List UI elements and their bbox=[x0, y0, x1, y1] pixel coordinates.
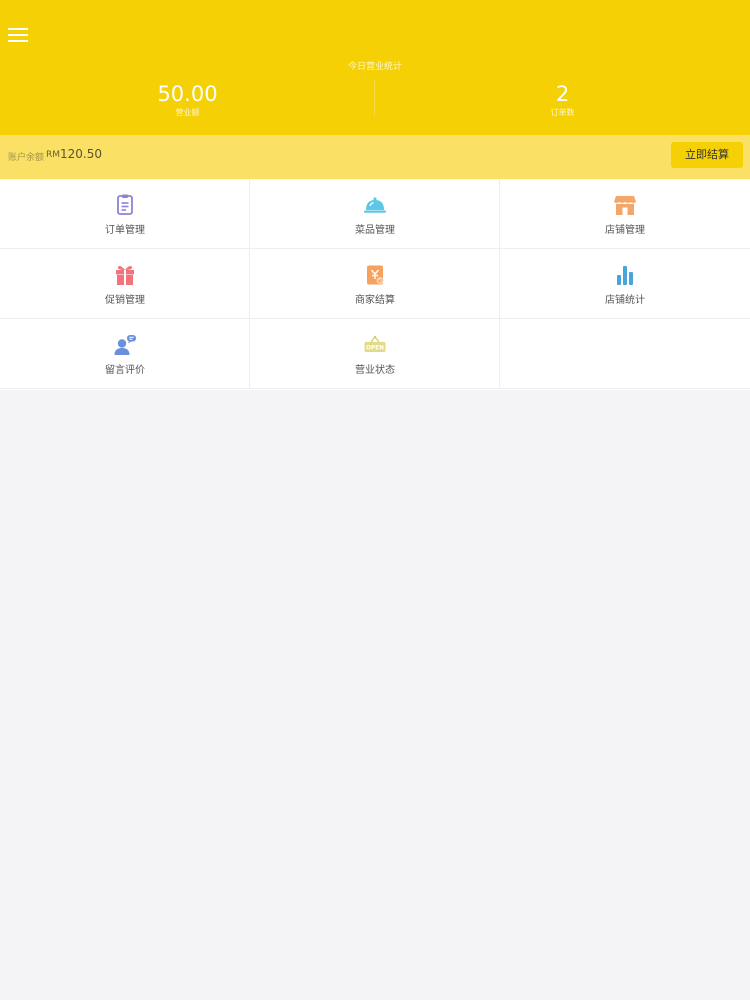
stat-orders: 2 订单数 bbox=[375, 80, 750, 118]
menu-item-statistics[interactable]: 店铺统计 bbox=[500, 249, 750, 319]
header: 今日营业统计 50.00 营业额 2 订单数 bbox=[0, 0, 750, 135]
menu-item-promotions[interactable]: 促销管理 bbox=[0, 249, 250, 319]
menu-item-label: 商家结算 bbox=[355, 295, 395, 306]
menu-item-label: 营业状态 bbox=[355, 365, 395, 376]
menu-item-empty bbox=[500, 319, 750, 389]
stat-revenue: 50.00 营业额 bbox=[0, 80, 375, 118]
hamburger-menu-icon[interactable] bbox=[8, 27, 28, 43]
menu-item-orders[interactable]: 订单管理 bbox=[0, 179, 250, 249]
orders-label: 订单数 bbox=[550, 108, 575, 117]
storefront-icon bbox=[614, 196, 636, 215]
menu-item-label: 订单管理 bbox=[105, 225, 145, 236]
user-message-icon bbox=[114, 335, 136, 355]
balance-amount: 120.50 bbox=[60, 147, 102, 161]
menu-item-settlement[interactable]: 商家结算 bbox=[250, 249, 500, 319]
gift-icon bbox=[116, 266, 134, 285]
orders-value: 2 bbox=[555, 82, 570, 106]
menu-item-label: 店铺管理 bbox=[605, 225, 645, 236]
svg-text:OPEN: OPEN bbox=[366, 346, 384, 352]
dish-cloche-icon bbox=[364, 197, 386, 213]
balance-label: 账户余额 bbox=[8, 153, 45, 163]
balance-currency: RM bbox=[46, 150, 61, 160]
menu-item-reviews[interactable]: 留言评价 bbox=[0, 319, 250, 389]
revenue-value: 50.00 bbox=[157, 82, 218, 106]
stats-title: 今日营业统计 bbox=[347, 62, 402, 72]
open-sign-icon: OPEN bbox=[364, 335, 386, 352]
clipboard-icon bbox=[117, 194, 133, 215]
menu-item-label: 促销管理 bbox=[105, 295, 145, 306]
menu-item-dishes[interactable]: 菜品管理 bbox=[250, 179, 500, 249]
menu-item-label: 店铺统计 bbox=[605, 295, 645, 306]
revenue-label: 营业额 bbox=[175, 108, 200, 117]
menu-item-label: 留言评价 bbox=[105, 365, 145, 376]
settle-now-button[interactable]: 立即结算 bbox=[671, 142, 743, 168]
menu-item-store[interactable]: 店铺管理 bbox=[500, 179, 750, 249]
menu-item-label: 菜品管理 bbox=[355, 225, 395, 236]
menu-grid: 订单管理 菜品管理 店铺管理 促销管理 商家结算 店铺统计 留言评价 OPEN … bbox=[0, 179, 750, 390]
bar-chart-icon bbox=[617, 266, 633, 285]
menu-item-business-status[interactable]: OPEN 营业状态 bbox=[250, 319, 500, 389]
settlement-icon bbox=[367, 265, 384, 285]
balance-bar: 账户余额 RM 120.50 bbox=[0, 135, 750, 179]
